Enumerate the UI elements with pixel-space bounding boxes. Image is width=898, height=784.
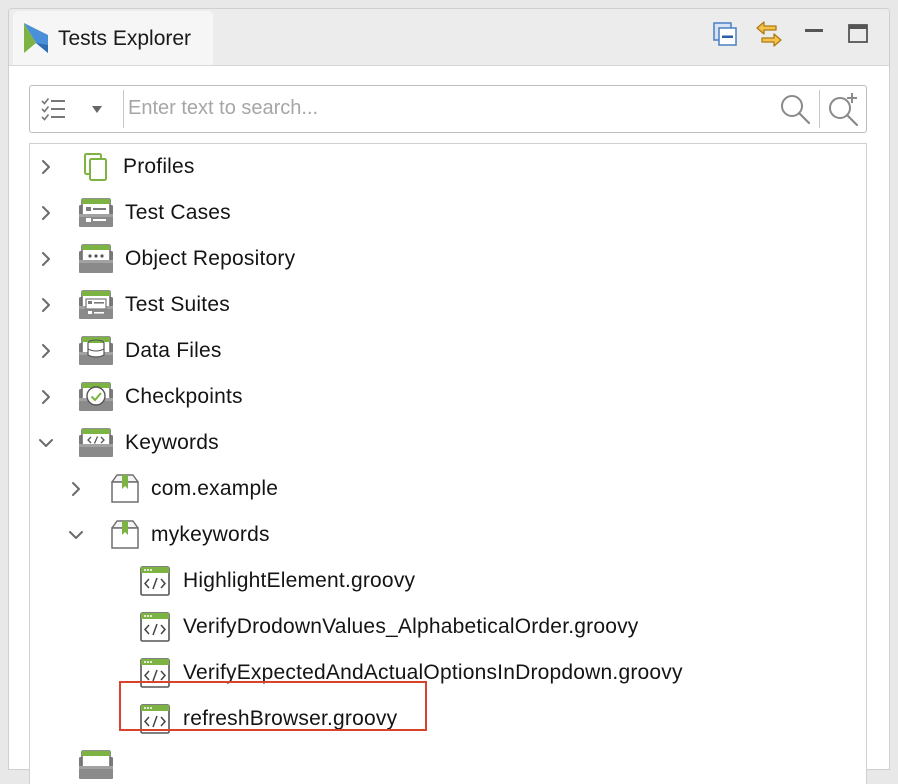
tree-item-package-com-example[interactable]: com.example <box>30 467 866 511</box>
minimize-icon <box>805 29 823 32</box>
package-icon <box>108 518 142 552</box>
chevron-down-icon[interactable] <box>66 525 86 545</box>
tree-item-package-mykeywords[interactable]: mykeywords <box>30 513 866 557</box>
tree-item-label: VerifyDrodownValues_AlphabeticalOrder.gr… <box>183 615 639 638</box>
test-cases-folder-icon <box>76 196 116 230</box>
object-repository-folder-icon <box>76 242 116 276</box>
chevron-down-icon[interactable] <box>36 433 56 453</box>
tree-item-data-files[interactable]: Data Files <box>30 329 866 373</box>
tree-item-label: Checkpoints <box>125 385 243 408</box>
chevron-right-icon[interactable] <box>36 249 56 269</box>
tree-item-label: Test Cases <box>125 201 231 224</box>
chevron-right-icon[interactable] <box>36 203 56 223</box>
tree-item-profiles[interactable]: Profiles <box>30 145 866 189</box>
search-input[interactable] <box>128 90 768 126</box>
tree-item-label: com.example <box>151 477 279 500</box>
minimize-button[interactable] <box>799 17 829 47</box>
filter-dropdown-button[interactable] <box>80 92 114 126</box>
chevron-right-icon[interactable] <box>36 341 56 361</box>
tree-item-test-suites[interactable]: Test Suites <box>30 283 866 327</box>
search-bar <box>29 85 867 133</box>
tab-title: Tests Explorer <box>58 27 192 50</box>
chevron-right-icon[interactable] <box>36 157 56 177</box>
groovy-file-icon <box>138 656 172 690</box>
tree-item-label: Object Repository <box>125 247 296 270</box>
explorer-tree: Profiles Test Cases Object Repository Te… <box>29 143 867 784</box>
groovy-file-icon <box>138 564 172 598</box>
collapse-all-icon <box>713 22 737 46</box>
tree-item-keywords[interactable]: Keywords <box>30 421 866 465</box>
tree-item-file-verifydrodownvalues[interactable]: VerifyDrodownValues_AlphabeticalOrder.gr… <box>30 605 866 649</box>
tree-item-file-refreshbrowser[interactable]: refreshBrowser.groovy <box>30 697 866 741</box>
data-files-folder-icon <box>76 334 116 368</box>
tree-item-object-repository[interactable]: Object Repository <box>30 237 866 281</box>
tree-item-label: mykeywords <box>151 523 270 546</box>
package-icon <box>108 472 142 506</box>
profiles-icon <box>84 153 107 181</box>
tree-item-label: Test Suites <box>125 293 230 316</box>
chevron-down-icon <box>92 106 102 113</box>
keywords-folder-icon <box>76 426 116 460</box>
test-suites-folder-icon <box>76 288 116 322</box>
explorer-content: Profiles Test Cases Object Repository <box>9 66 889 784</box>
chevron-right-icon[interactable] <box>36 295 56 315</box>
tab-strip: Tests Explorer <box>9 9 889 66</box>
tests-explorer-panel: Tests Explorer Enter text to search... P… <box>8 8 890 784</box>
maximize-button[interactable] <box>843 18 873 48</box>
chevron-right-icon[interactable] <box>66 479 86 499</box>
tree-item-checkpoints[interactable]: Checkpoints <box>30 375 866 419</box>
search-button[interactable] <box>775 91 815 127</box>
tree-item-partial-next <box>30 743 866 784</box>
tree-item-file-verifyexpectedandactual[interactable]: VerifyExpectedAndActualOptionsInDropdown… <box>30 651 866 695</box>
search-separator <box>123 90 124 128</box>
tree-item-file-highlightelement[interactable]: HighlightElement.groovy <box>30 559 866 603</box>
checklist-filter-icon <box>41 98 65 121</box>
search-icon <box>781 95 811 125</box>
maximize-icon <box>848 24 868 43</box>
tree-item-test-cases[interactable]: Test Cases <box>30 191 866 235</box>
checkpoints-folder-icon <box>76 380 116 414</box>
advanced-search-button[interactable] <box>823 91 863 127</box>
tree-item-label: HighlightElement.groovy <box>183 569 416 592</box>
collapse-all-button[interactable] <box>710 19 740 49</box>
tree-item-label: Profiles <box>123 155 195 178</box>
advanced-search-icon <box>829 93 859 127</box>
link-with-editor-button[interactable] <box>754 19 784 49</box>
tree-item-label: refreshBrowser.groovy <box>183 707 398 730</box>
tab-tests-explorer[interactable]: Tests Explorer <box>13 11 213 65</box>
search-separator-2 <box>819 90 820 128</box>
folder-icon <box>76 748 116 782</box>
chevron-right-icon[interactable] <box>36 387 56 407</box>
groovy-file-icon <box>138 610 172 644</box>
tree-item-label: VerifyExpectedAndActualOptionsInDropdown… <box>183 661 683 684</box>
tree-item-label: Data Files <box>125 339 222 362</box>
tree-item-label: Keywords <box>125 431 219 454</box>
katalon-logo-icon <box>24 23 48 53</box>
filter-button[interactable] <box>36 92 72 126</box>
groovy-file-icon <box>138 702 172 736</box>
link-with-editor-icon <box>756 21 782 47</box>
